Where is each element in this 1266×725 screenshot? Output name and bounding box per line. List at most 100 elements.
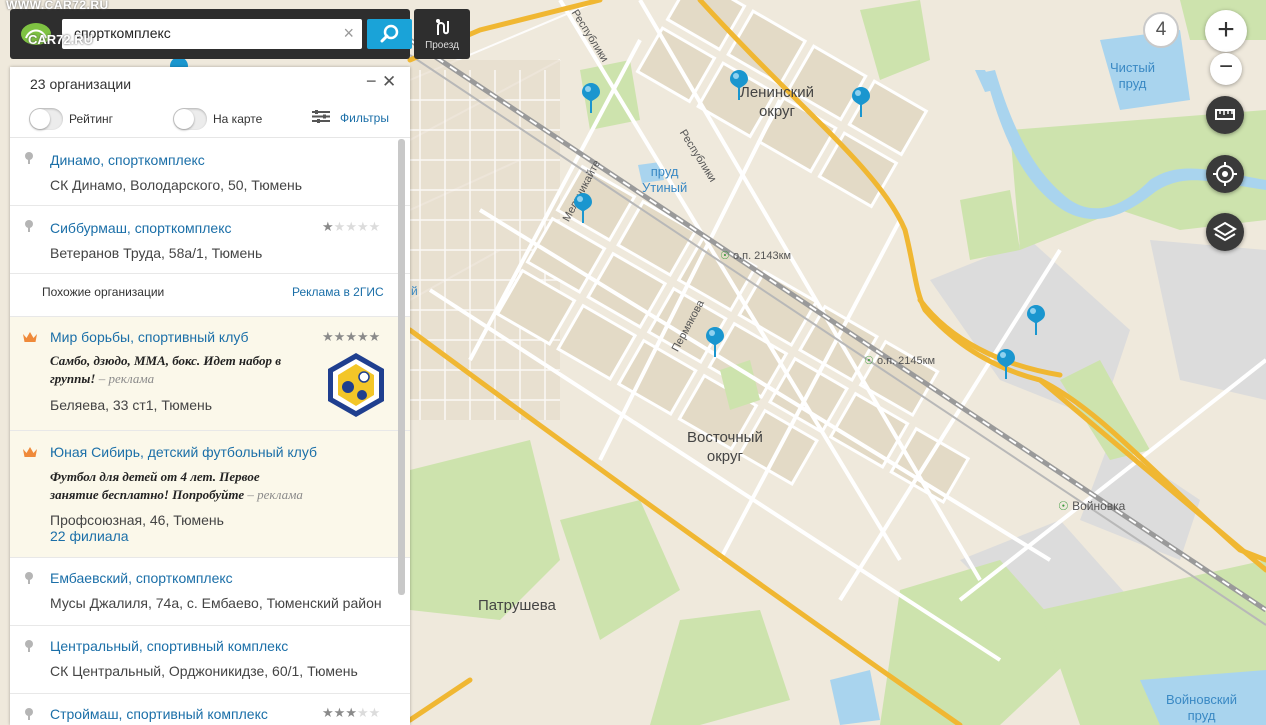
map-label-voynovka-text: Войновка xyxy=(1072,499,1126,513)
map-label-stop-2145-text: о.п. 2145км xyxy=(876,355,936,367)
map-marker[interactable] xyxy=(852,87,870,117)
result-address: Беляева, 33 ст1, Тюмень xyxy=(50,397,213,413)
ad-result-item[interactable]: Юная Сибирь, детский футбольный клуб Фут… xyxy=(10,431,410,558)
similar-orgs-label: Похожие организации xyxy=(42,285,165,299)
search-icon xyxy=(380,24,399,43)
result-title[interactable]: Строймаш, спортивный комплекс xyxy=(50,706,268,722)
result-address: СК Динамо, Володарского, 50, Тюмень xyxy=(50,177,303,193)
result-item[interactable]: Ембаевский, спорткомплекс Мусы Джалиля, … xyxy=(10,558,410,626)
rating-toggle-label: Рейтинг xyxy=(69,112,114,126)
pin-icon xyxy=(25,572,33,584)
map-label-stop-2143-text: о.п. 2143км xyxy=(732,250,792,262)
search-button[interactable] xyxy=(367,19,412,49)
layers-button[interactable] xyxy=(1206,213,1244,251)
train-icon: ☉ xyxy=(720,250,730,262)
star-icon: ★ xyxy=(322,219,334,234)
layers-icon xyxy=(1213,221,1237,242)
watermark-text-2: CAR72.RU xyxy=(28,32,94,47)
result-item[interactable]: Строймаш, спортивный комплекс ★★★★★ xyxy=(10,694,410,725)
result-item[interactable]: Центральный, спортивный комплекс СК Цент… xyxy=(10,626,410,694)
map-label-stop-2143: ☉ о.п. 2143км xyxy=(720,249,791,262)
map-label-vostochny-line1: Восточный xyxy=(687,429,763,446)
star-icon: ★ xyxy=(356,329,369,344)
result-address: Ветеранов Труда, 58а/1, Тюмень xyxy=(50,245,263,261)
watermark-text: WWW.CAR72.RU xyxy=(6,0,109,12)
route-button[interactable]: Проезд xyxy=(414,9,470,59)
ruler-icon xyxy=(1215,109,1235,120)
advertise-link[interactable]: Реклама в 2ГИС xyxy=(292,285,384,299)
result-item[interactable]: Динамо, спорткомплекс СК Динамо, Володар… xyxy=(10,138,410,206)
crown-icon xyxy=(23,332,37,342)
close-button[interactable]: ✕ xyxy=(382,72,396,92)
route-label: Проезд xyxy=(425,40,459,51)
result-title[interactable]: Динамо, спорткомплекс xyxy=(50,152,205,168)
filters-icon xyxy=(312,110,330,123)
results-count: 23 организации xyxy=(30,76,132,92)
map-label-voynovsky-pond: Войновский пруд xyxy=(1166,692,1237,724)
ad-description: Футбол для детей от 4 лет. Первое заняти… xyxy=(50,468,310,504)
result-address: Мусы Джалиля, 74а, с. Ембаево, Тюменский… xyxy=(50,595,382,611)
map-label-vostochny: Восточный округ xyxy=(687,428,763,466)
rating-toggle[interactable] xyxy=(29,108,63,130)
map-marker[interactable] xyxy=(997,349,1015,379)
pin-icon xyxy=(25,708,33,720)
map-label-voynovsky-line2: пруд xyxy=(1187,708,1216,723)
star-icon: ★ xyxy=(322,705,334,720)
map-label-pond-utiny-line2: Утиный xyxy=(642,180,688,195)
zoom-out-button[interactable]: − xyxy=(1210,53,1242,85)
route-icon xyxy=(436,19,449,35)
zoom-in-button[interactable]: + xyxy=(1205,10,1247,52)
club-logo[interactable] xyxy=(322,351,390,419)
map-marker[interactable] xyxy=(582,83,600,113)
result-title[interactable]: Сиббурмаш, спорткомплекс xyxy=(50,220,231,236)
star-icon: ★ xyxy=(356,705,369,720)
map-label-edge-letter: й xyxy=(411,284,418,298)
star-icon: ★ xyxy=(368,705,381,720)
map-label-pond-chisty-line2: пруд xyxy=(1118,76,1147,91)
result-title[interactable]: Центральный, спортивный комплекс xyxy=(50,638,288,654)
ad-description-text: Самбо, дзюдо, ММА, бокс. Идет набор в гр… xyxy=(50,353,282,386)
result-item[interactable]: Сиббурмаш, спорткомплекс ★★★★★ Ветеранов… xyxy=(10,206,410,274)
results-scrollbar[interactable] xyxy=(398,139,405,595)
rating-stars: ★★★★★ xyxy=(322,705,380,721)
map-marker[interactable] xyxy=(730,70,748,100)
filters-label: Фильтры xyxy=(340,111,389,125)
result-title[interactable]: Юная Сибирь, детский футбольный клуб xyxy=(50,444,317,460)
map-label-stop-2145: ☉ о.п. 2145км xyxy=(864,354,935,367)
star-icon: ★ xyxy=(368,329,381,344)
pin-icon xyxy=(25,640,33,652)
map-label-pond-chisty-line1: Чистый xyxy=(1110,60,1155,75)
ad-label: – реклама xyxy=(98,371,155,386)
map-marker[interactable] xyxy=(706,327,724,357)
star-icon: ★ xyxy=(333,219,346,234)
map-label-leninsky-line1: Ленинский xyxy=(740,84,814,101)
on-map-toggle[interactable] xyxy=(173,108,207,130)
map-label-vostochny-line2: округ xyxy=(706,448,743,465)
star-icon: ★ xyxy=(356,219,369,234)
ad-description-text: Футбол для детей от 4 лет. Первое заняти… xyxy=(50,469,260,502)
map-marker[interactable] xyxy=(1027,305,1045,335)
locate-button[interactable] xyxy=(1206,155,1244,193)
pin-icon xyxy=(25,220,33,232)
on-map-toggle-label: На карте xyxy=(213,112,263,126)
similar-orgs-header: Похожие организации Реклама в 2ГИС xyxy=(10,274,410,317)
results-panel: 23 организации − ✕ Рейтинг На карте Филь… xyxy=(10,67,410,725)
star-icon: ★ xyxy=(333,329,346,344)
map-marker[interactable] xyxy=(574,193,592,223)
clear-search-icon[interactable]: × xyxy=(343,23,354,44)
pin-icon xyxy=(25,152,33,164)
search-input[interactable]: спорткомплекс × xyxy=(62,19,362,49)
crown-icon xyxy=(23,447,37,457)
branches-link[interactable]: 22 филиала xyxy=(50,528,129,544)
train-icon: ☉ xyxy=(864,355,874,367)
panel-header: 23 организации − ✕ Рейтинг На карте Филь… xyxy=(10,67,410,138)
minimize-button[interactable]: − xyxy=(366,71,377,92)
ruler-button[interactable] xyxy=(1206,96,1244,134)
ad-result-item[interactable]: Мир борьбы, спортивный клуб ★★★★★ Самбо,… xyxy=(10,317,410,431)
ad-description: Самбо, дзюдо, ММА, бокс. Идет набор в гр… xyxy=(50,352,310,388)
result-title[interactable]: Мир борьбы, спортивный клуб xyxy=(50,329,249,345)
crosshair-icon xyxy=(1213,162,1237,186)
result-title[interactable]: Ембаевский, спорткомплекс xyxy=(50,570,233,586)
result-address: Профсоюзная, 46, Тюмень xyxy=(50,512,224,528)
map-label-voynovsky-line1: Войновский xyxy=(1166,692,1238,707)
